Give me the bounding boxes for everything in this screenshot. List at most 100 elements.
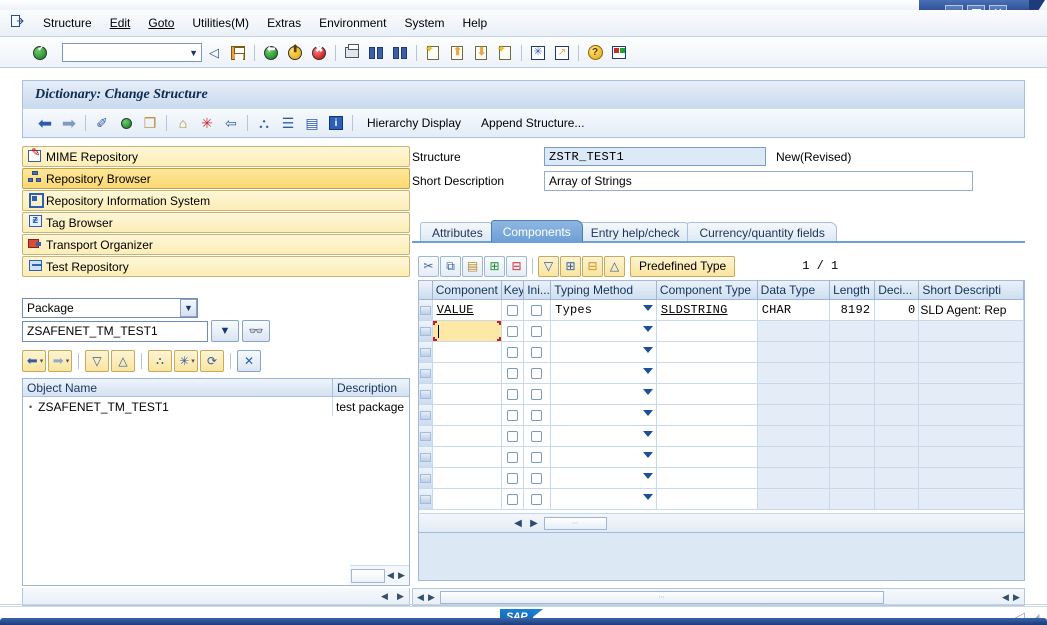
checkbox-icon[interactable]	[507, 451, 518, 463]
forward-icon[interactable]: ➡	[57, 112, 81, 134]
cell-ini-checkbox[interactable]	[523, 321, 552, 341]
cell-key-checkbox[interactable]	[502, 342, 524, 362]
cell-length[interactable]	[830, 363, 876, 383]
checkbox-icon[interactable]	[531, 346, 543, 358]
checkbox-icon[interactable]	[507, 346, 518, 358]
checkbox-icon[interactable]	[507, 304, 518, 316]
cell-ini-checkbox[interactable]	[523, 489, 552, 509]
cell-data-type[interactable]	[757, 342, 831, 362]
checkbox-icon[interactable]	[531, 409, 543, 421]
object-name-dropdown-button[interactable]: ▼	[211, 320, 239, 342]
delete-row-icon[interactable]: ⊟	[506, 255, 527, 277]
cell-short-description[interactable]: SLD Agent: Rep	[919, 300, 1024, 320]
chevron-down-icon[interactable]	[642, 305, 653, 311]
expand-icon[interactable]: ⇦	[219, 112, 243, 134]
cell-typing-method[interactable]	[551, 489, 657, 509]
cell-short-description[interactable]	[919, 489, 1024, 509]
back-icon[interactable]: ⬅	[33, 112, 57, 134]
cell-component[interactable]: VALUE	[432, 300, 503, 320]
cell-key-checkbox[interactable]	[502, 300, 524, 320]
tab-components[interactable]: Components	[490, 220, 583, 242]
cell-decimals[interactable]	[875, 342, 920, 362]
cell-data-type[interactable]: CHAR	[757, 300, 831, 320]
prev-page-icon[interactable]: ⬆	[446, 42, 468, 64]
checkbox-icon[interactable]	[507, 409, 518, 421]
grid-hscrollbar[interactable]: ◀ ▶ ⋯	[419, 513, 1024, 532]
scroll-left-icon[interactable]: ◀	[510, 518, 526, 529]
layout-menu-icon[interactable]	[608, 42, 630, 64]
column-header-description[interactable]: Description	[333, 379, 409, 396]
cell-component-type[interactable]	[656, 342, 758, 362]
checkbox-icon[interactable]	[507, 430, 518, 442]
table-row[interactable]	[419, 405, 1024, 426]
cell-typing-method[interactable]	[551, 342, 657, 362]
find-next-icon[interactable]	[389, 42, 411, 64]
cell-key-checkbox[interactable]	[502, 321, 524, 341]
chevron-down-icon[interactable]	[642, 368, 653, 374]
cell-length[interactable]	[830, 342, 876, 362]
cell-component[interactable]	[432, 363, 503, 383]
append-row-icon[interactable]: ⊞	[560, 255, 581, 277]
scroll-right-icon[interactable]: ▶	[396, 570, 407, 581]
cell-decimals[interactable]: 0	[875, 300, 920, 320]
cell-key-checkbox[interactable]	[502, 447, 524, 467]
cell-decimals[interactable]	[875, 321, 920, 341]
scroll-right-icon[interactable]: ▶	[395, 591, 406, 602]
cell-component-type[interactable]	[656, 384, 758, 404]
menu-help[interactable]: Help	[453, 13, 496, 33]
chevron-down-icon[interactable]: ▼	[180, 299, 197, 317]
new-session-icon[interactable]: ✳	[527, 42, 549, 64]
checkbox-icon[interactable]	[531, 367, 543, 379]
cell-typing-method[interactable]	[551, 405, 657, 425]
object-name-input[interactable]: ZSAFENET_TM_TEST1	[22, 320, 208, 342]
cell-ini-checkbox[interactable]	[523, 405, 552, 425]
scroll-left-icon[interactable]: ◀	[379, 591, 390, 602]
cell-key-checkbox[interactable]	[502, 468, 524, 488]
cell-short-description[interactable]	[919, 363, 1024, 383]
cell-decimals[interactable]	[875, 405, 920, 425]
display-hierarchy-icon[interactable]: ⌂	[171, 112, 195, 134]
checkbox-icon[interactable]	[531, 493, 543, 505]
row-select-handle[interactable]	[419, 363, 433, 383]
table-row[interactable]	[419, 363, 1024, 384]
cell-component[interactable]	[432, 426, 503, 446]
cell-typing-method[interactable]	[551, 384, 657, 404]
refresh-button[interactable]: ⟳	[200, 350, 224, 372]
exit-yellow-icon[interactable]: ⬆	[284, 42, 306, 64]
row-select-handle[interactable]	[419, 468, 433, 488]
table-row[interactable]: VALUE Types SLDSTRING CHAR 8192 0 SLD Ag…	[419, 300, 1024, 321]
cell-length[interactable]: 8192	[830, 300, 876, 320]
cell-length[interactable]	[830, 447, 876, 467]
scroll-right-icon[interactable]: ▶	[1011, 592, 1022, 603]
cell-component[interactable]	[432, 489, 503, 509]
chevron-down-icon[interactable]	[642, 410, 653, 416]
command-field[interactable]: ▼	[62, 43, 202, 62]
table-row[interactable]	[419, 342, 1024, 363]
cell-short-description[interactable]	[919, 342, 1024, 362]
menu-utilities[interactable]: Utilities(M)	[183, 13, 258, 33]
cell-data-type[interactable]	[757, 489, 831, 509]
column-header-short-description[interactable]: Short Descripti	[919, 281, 1024, 299]
column-header-key[interactable]: Key	[502, 281, 524, 299]
checkbox-icon[interactable]	[507, 493, 518, 505]
chevron-down-icon[interactable]	[642, 494, 653, 500]
checkbox-icon[interactable]	[531, 388, 543, 400]
menu-system[interactable]: System	[395, 13, 453, 33]
table-row[interactable]	[419, 321, 1024, 342]
cell-component-type[interactable]	[656, 489, 758, 509]
cell-key-checkbox[interactable]	[502, 426, 524, 446]
row-select-handle[interactable]	[419, 384, 433, 404]
sidebar-item-repository-information-system[interactable]: Repository Information System	[22, 190, 410, 211]
cell-length[interactable]	[830, 321, 876, 341]
scroll-left-icon[interactable]: ◀	[415, 592, 426, 603]
table-row[interactable]	[419, 489, 1024, 510]
cell-ini-checkbox[interactable]	[523, 426, 552, 446]
cell-length[interactable]	[830, 468, 876, 488]
scroll-right-icon[interactable]: ▶	[526, 518, 542, 529]
cell-component[interactable]	[432, 405, 503, 425]
search-object-button[interactable]: 👓	[242, 320, 270, 342]
chevron-down-icon[interactable]	[642, 347, 653, 353]
help-icon[interactable]: ?	[584, 42, 606, 64]
cell-ini-checkbox[interactable]	[523, 468, 552, 488]
close-list-button[interactable]: ✕	[237, 350, 261, 372]
